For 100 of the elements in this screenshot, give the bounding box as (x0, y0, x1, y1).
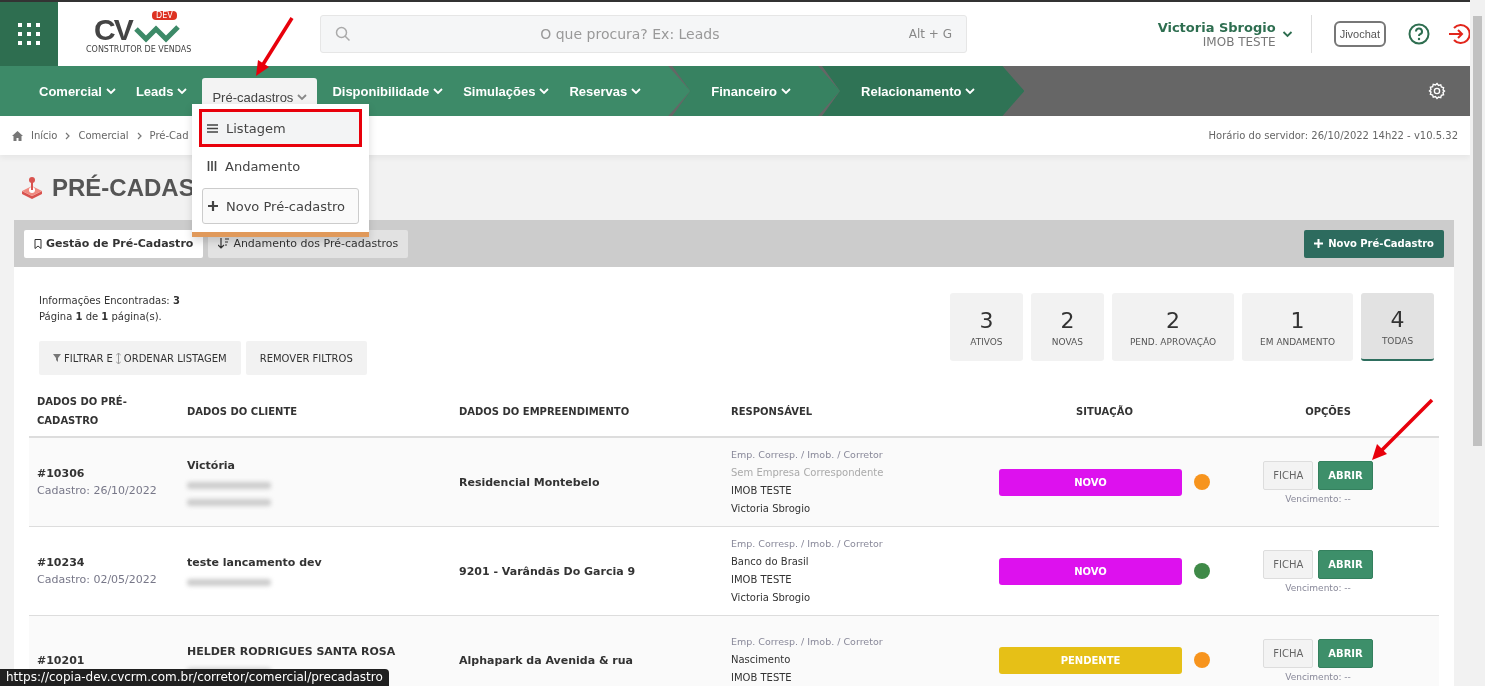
dropdown-item[interactable]: Novo Pré-cadastro (202, 188, 359, 224)
logo-wave-icon (134, 23, 182, 43)
annotation-arrow (1372, 398, 1434, 460)
details-button[interactable]: FICHA (1263, 549, 1314, 579)
chevron-icon (297, 93, 308, 101)
settings-icon[interactable] (1428, 82, 1446, 100)
status-url: https://copia-dev.cvcrm.com.br/corretor/comercial/precadastro (0, 669, 389, 686)
record-id: #10306 (37, 467, 86, 480)
filter-icon (53, 354, 61, 362)
filter-button[interactable]: FILTRAR E ORDENAR LISTAGEM (39, 341, 241, 375)
breadcrumb-link[interactable]: Início (31, 130, 58, 141)
column-header: DADOS DO PRÉ-CADASTRO (36, 394, 128, 428)
due-date: Vencimento: -- (1285, 582, 1351, 593)
status-counter[interactable]: 3 ATIVOS (949, 293, 1023, 361)
project-name: Residencial Montebelo (459, 475, 601, 489)
chevron-right-icon (136, 131, 142, 140)
client-name: Victória (187, 458, 237, 472)
chevron-icon (539, 87, 550, 95)
column-header: RESPONSÁVEL (730, 404, 814, 419)
status-counter[interactable]: 2 PEND. APROVAÇÃO (1111, 293, 1235, 361)
record-date: Cadastro: 02/05/2022 (37, 573, 158, 586)
annotation-arrow (256, 17, 294, 76)
chevron-icon (433, 87, 444, 95)
logout-icon[interactable] (1448, 23, 1470, 45)
menu-item[interactable]: Leads (130, 72, 193, 110)
status-counter[interactable]: 1 EM ANDAMENTO (1242, 293, 1353, 361)
plus-icon (208, 201, 218, 211)
sort-icon (218, 238, 230, 249)
responsible-label: Emp. Corresp. / Imob. / Corretor (731, 537, 884, 551)
help-icon[interactable] (1408, 23, 1430, 45)
responsible-value: Victoria Sbrogio (731, 502, 812, 516)
column-header: OPÇÕES (1304, 404, 1352, 419)
sort-arrows-icon (115, 352, 121, 364)
chevron-icon (965, 87, 976, 95)
open-button[interactable]: ABRIR (1318, 638, 1373, 668)
details-button[interactable]: FICHA (1263, 460, 1314, 490)
dropdown-item[interactable]: Andamento (202, 152, 359, 180)
status-counter[interactable]: 2 NOVAS (1030, 293, 1104, 361)
chat-button[interactable]: Jivochat (1333, 21, 1386, 47)
shortcut-hint: Alt + G (908, 27, 952, 41)
logo-text: CV (94, 13, 132, 46)
plus-icon (1314, 239, 1324, 248)
search-field[interactable]: O que procura? Ex: Leads (351, 25, 909, 43)
tab[interactable]: Gestão de Pré-Cadastro (24, 229, 204, 258)
menu-item[interactable]: Financeiro (706, 72, 796, 110)
menu-item[interactable]: Disponibilidade (327, 72, 449, 110)
menu-item[interactable]: Reservas (564, 72, 647, 110)
menu-item[interactable]: Relacionamento (856, 72, 981, 110)
record-date: Cadastro: 26/10/2022 (37, 484, 158, 497)
search-box[interactable]: O que procura? Ex: Leads Alt + G (320, 15, 967, 53)
responsible-value: IMOB TESTE (731, 484, 793, 498)
joystick-icon (20, 176, 44, 199)
status-badge: NOVO (999, 468, 1182, 496)
columns-icon (207, 161, 217, 171)
chevron-icon (1281, 30, 1293, 38)
responsible-label: Emp. Corresp. / Imob. / Corretor (731, 448, 884, 462)
chevron-icon (631, 87, 642, 95)
grid-icon (17, 22, 41, 46)
responsible-value: Nascimento (731, 653, 792, 667)
client-name: HELDER RODRIGUES SANTA ROSA (187, 645, 397, 658)
breadcrumb-link[interactable]: Comercial (78, 130, 129, 141)
responsible-label: Emp. Corresp. / Imob. / Corretor (731, 635, 884, 649)
status-badge: PENDENTE (999, 646, 1182, 674)
record-id: #10201 (37, 653, 86, 667)
new-pre-registration-button[interactable]: Novo Pré-Cadastro (1304, 229, 1444, 258)
logo-tagline: CONSTRUTOR DE VENDAS (86, 45, 192, 54)
search-icon (335, 26, 351, 42)
status-badge: NOVO (999, 557, 1182, 585)
open-button[interactable]: ABRIR (1318, 460, 1373, 490)
results-info: Página 1 de 1 página(s). (39, 310, 163, 324)
details-button[interactable]: FICHA (1263, 638, 1314, 668)
responsible-value: IMOB TESTE (731, 573, 793, 587)
responsible-value: Banco do Brasil (731, 555, 810, 569)
chevron-icon (781, 87, 791, 95)
column-header: SITUAÇÃO (1075, 404, 1134, 419)
responsible-value: Victoria Sbrogio (731, 591, 812, 605)
menu-item[interactable]: Simulações (458, 72, 555, 110)
chevron-right-icon (65, 131, 71, 140)
status-counter[interactable]: 4 TODAS (1361, 293, 1434, 361)
home-icon (12, 130, 23, 141)
dev-badge: DEV (152, 11, 177, 20)
menu-item[interactable]: Comercial (34, 72, 121, 110)
user-menu[interactable]: Victoria Sbrogio IMOB TESTE (1157, 15, 1312, 53)
results-info: Informações Encontradas: 3 (39, 294, 181, 308)
column-header: DADOS DO EMPREENDIMENTO (458, 404, 631, 419)
apps-menu-button[interactable] (0, 2, 58, 66)
server-time: Horário do servidor: 26/10/2022 14h22 - v10.5.32 (1208, 130, 1458, 141)
client-name: teste lancamento dev (187, 556, 323, 569)
record-id: #10234 (37, 556, 86, 569)
breadcrumb-link[interactable]: Pré-Cad (149, 130, 189, 141)
project-name: Alphapark da Avenida & rua (459, 653, 634, 667)
page-title: PRÉ-CADAS (52, 173, 195, 202)
chevron-icon (177, 87, 188, 95)
chevron-icon (105, 87, 116, 95)
dropdown-item[interactable]: Listagem (202, 112, 359, 144)
remove-filters-button[interactable]: REMOVER FILTROS (245, 341, 367, 375)
responsible-value: Sem Empresa Correspondente (731, 466, 885, 480)
open-button[interactable]: ABRIR (1318, 549, 1373, 579)
responsible-value: IMOB TESTE (731, 671, 793, 685)
project-name: 9201 - Varândãs Do Garcia 9 (459, 564, 637, 578)
